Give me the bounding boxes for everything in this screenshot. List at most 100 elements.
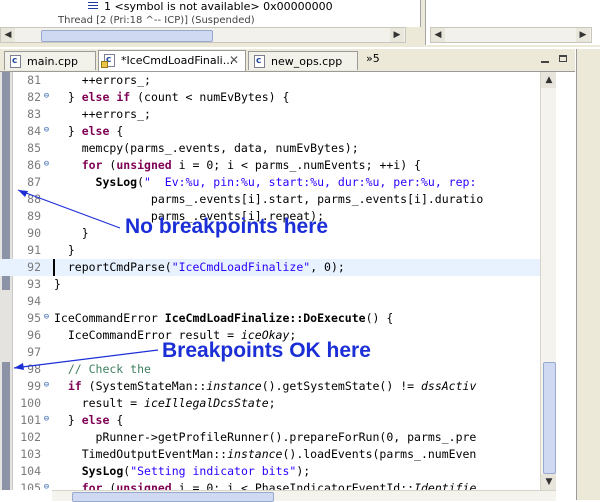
scroll-thumb[interactable] [72,492,274,502]
code-token: ++errors_; [54,107,151,121]
code-line[interactable]: 87 SysLog(" Ev:%u, pin:%u, start:%u, dur… [0,174,556,191]
tab-main-cpp[interactable]: c main.cpp [4,51,96,70]
code-token: (SystemStateMan:: [81,379,207,393]
scroll-thumb[interactable] [41,30,213,42]
code-text: memcpy(parms_.events, data, numEvBytes); [54,140,359,157]
scroll-thumb[interactable] [543,362,556,474]
code-line[interactable]: 99 ⊖ if (SystemStateMan::instance().getSy… [0,378,556,395]
code-text: parms_.events[i].start, parms_.events[i]… [54,191,483,208]
code-line[interactable]: 100 result = iceIllegalDcsState; [0,395,556,412]
fold-toggle-icon[interactable]: ⊖ [42,415,51,424]
code-text: TimedOutputEventMan::instance().loadEven… [54,446,477,463]
fold-toggle-icon[interactable]: ⊖ [42,483,51,491]
fold-toggle-icon[interactable]: ⊖ [42,381,51,390]
outline-side-strip [576,49,600,500]
code-text: } [54,242,75,259]
c-file-icon: c [254,55,267,68]
c-file-icon: c [101,54,117,68]
code-line[interactable]: 95 ⊖ IceCommandError IceCmdLoadFinalize::D… [0,310,556,327]
code-token: pRunner->getProfileRunner().prepareForRu… [54,430,477,444]
code-token: } [54,90,82,104]
code-token: ().getSystemState() != [261,379,421,393]
right-panel-scrollbar[interactable]: ◀ ▶ [430,27,592,43]
editor-vertical-scrollbar[interactable]: ▲ ▼ [540,72,556,490]
fold-toggle-icon[interactable]: ⊖ [42,160,51,169]
code-token: unsigned [116,481,172,490]
debug-tree: 1 <symbol is not available> 0x00000000 T… [0,0,421,27]
code-line[interactable]: 105 ⊖ for (unsigned i = 0; i < PhaseIndic… [0,480,556,490]
scroll-left-button[interactable]: ◀ [1,28,15,42]
code-line[interactable]: 93} [0,276,556,293]
code-line[interactable]: 94 [0,293,556,310]
fold-toggle-icon[interactable]: ⊖ [42,126,51,135]
window-buttons [535,53,575,67]
code-line[interactable]: 104 SysLog("Setting indicator bits"); [0,463,556,480]
line-number: 101 [20,413,41,427]
scroll-right-button[interactable]: ▶ [576,28,590,42]
line-number: 103 [20,447,41,461]
code-line[interactable]: 88 parms_.events[i].start, parms_.events… [0,191,556,208]
code-line[interactable]: 86 ⊖ for (unsigned i = 0; i < parms_.numE… [0,157,556,174]
code-line[interactable]: 84 ⊖ } else { [0,123,556,140]
right-top-panel: ◀ ▶ [425,0,600,45]
maximize-icon[interactable] [557,53,569,65]
code-line[interactable]: 102 pRunner->getProfileRunner().prepareF… [0,429,556,446]
code-line[interactable]: 85 memcpy(parms_.events, data, numEvByte… [0,140,556,157]
code-token: (count < numEvBytes) { [130,90,290,104]
code-token: memcpy(parms_.events, data, numEvBytes); [54,141,359,155]
code-token: ); [296,464,311,478]
code-line[interactable]: 83 ++errors_; [0,106,556,123]
code-line[interactable]: 82 ⊖ } else if (count < numEvBytes) { [0,89,556,106]
code-line[interactable]: 92 reportCmdParse("IceCmdLoadFinalize", … [0,259,556,276]
tab-icecmdloadfinalize[interactable]: c *IceCmdLoadFinali... ✕ [98,50,246,71]
code-text: // Check the [54,361,151,378]
code-token: reportCmdParse( [54,260,172,274]
line-number: 88 [27,192,41,206]
tree-row-label: Thread [2 (Pri:18 ^-- ICP)] (Suspended) [58,15,255,26]
line-number: 87 [27,175,41,189]
tree-horizontal-scrollbar[interactable]: ◀ ▶ [0,27,406,43]
stack-frame-icon [88,2,98,11]
code-text: pRunner->getProfileRunner().prepareForRu… [54,429,477,446]
tab-new-ops-cpp[interactable]: c new_ops.cpp [248,51,358,70]
code-text: IceCommandError IceCmdLoadFinalize::DoEx… [54,310,393,327]
code-token: ( [102,158,117,172]
code-token: } [54,226,89,240]
tab-overflow-button[interactable]: »5 [366,52,380,65]
line-number: 86 [27,158,41,172]
scroll-down-button[interactable]: ▼ [541,474,556,490]
line-number: 85 [27,141,41,155]
code-line[interactable]: 91 } [0,242,556,259]
code-token: } [54,413,82,427]
fold-toggle-icon[interactable]: ⊖ [42,313,51,322]
code-token: i = 0; i < parms_.numEvents; ++i) { [171,158,421,172]
annotation-no-breakpoints: No breakpoints here [125,215,329,238]
code-editor[interactable]: 81 ++errors_; 82 ⊖ } else if (count < numE… [0,72,556,490]
code-token: IceCommandError [54,311,165,325]
code-line[interactable]: 81 ++errors_; [0,72,556,89]
code-token: else [81,413,110,427]
code-line[interactable]: 98 // Check the [0,361,556,378]
fold-toggle-icon[interactable]: ⊖ [42,92,51,101]
line-number: 92 [27,260,41,274]
code-token: { [109,413,124,427]
minimize-icon[interactable] [539,53,551,65]
code-line[interactable]: 103 TimedOutputEventMan::instance().load… [0,446,556,463]
line-number: 105 [20,481,41,490]
editor-horizontal-scrollbar[interactable] [52,490,556,502]
code-token: i = 0; i < PhaseIndicatorEventId:: [171,481,415,490]
line-number: 82 [27,90,41,104]
line-number: 81 [27,73,41,87]
line-number: 100 [20,396,41,410]
scroll-left-button[interactable]: ◀ [431,28,445,42]
code-token: ; [268,396,276,410]
scroll-right-button[interactable]: ▶ [390,28,404,42]
code-token: " Ev:%u, pin:%u, start:%u, dur:%u, per:%… [144,175,477,189]
line-number: 91 [27,243,41,257]
scroll-up-button[interactable]: ▲ [541,72,556,88]
close-tab-icon[interactable]: ✕ [229,51,239,70]
code-line[interactable]: 101 ⊖ } else { [0,412,556,429]
code-token: } [54,243,75,257]
code-text: } else { [54,412,123,429]
